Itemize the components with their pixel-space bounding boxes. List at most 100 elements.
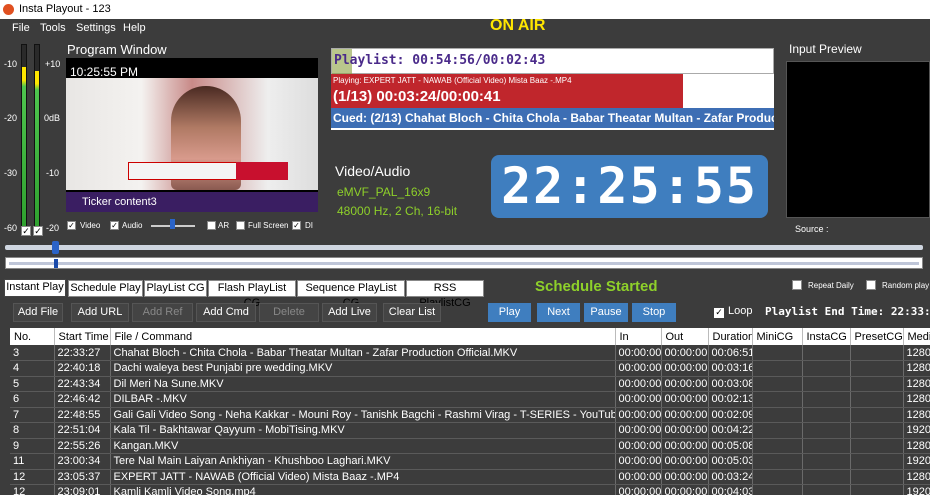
video-checkbox[interactable]: ✓ [67,221,76,230]
left-channel-checkbox[interactable]: ✓ [21,226,31,236]
playlist-table: No. Start Time File / Command In Out Duration… [10,328,930,495]
playing-time: (1/13) 00:03:24/00:00:41 [333,88,501,105]
play-button[interactable]: Play [488,303,531,322]
right-channel-checkbox[interactable]: ✓ [33,226,43,236]
loop-label: Loop [728,305,753,317]
video-audio-title: Video/Audio [335,163,411,179]
tab-playlist-cg[interactable]: PlayList CG [144,280,207,297]
column-header[interactable]: No. [10,328,55,345]
table-cell [850,438,904,454]
tab-schedule-play[interactable]: Schedule Play [68,280,143,297]
menu-settings[interactable]: Settings [76,19,116,37]
tab-rss-playlist-cg[interactable]: RSS PlaylistCG [406,280,484,309]
tab-instant-play[interactable]: Instant Play [4,279,66,297]
column-header[interactable]: File / Command [110,328,616,345]
playing-file-label: Playing: EXPERT JATT - NAWAB (Official V… [333,76,572,85]
table-cell: 1920x [903,422,930,439]
add-url-button[interactable]: Add URL [71,303,129,322]
delete-button[interactable]: Delete [259,303,319,322]
ar-checkbox[interactable] [207,221,216,230]
table-cell [752,484,803,495]
table-cell: 00:00:00 [615,484,662,495]
column-header[interactable]: InstaCG [802,328,851,345]
menu-help[interactable]: Help [123,19,146,37]
table-row[interactable]: 9 22:55:26 Kangan.MKV 00:00:00 00:00:00 00:05… [10,438,930,454]
stop-button[interactable]: Stop [632,303,676,322]
table-row[interactable]: 4 22:40:18 Dachi waleya best Punjabi pre w… [10,360,930,377]
table-cell [752,391,803,408]
random-play-label: Random play [882,281,930,290]
table-cell: 1280x [903,360,930,377]
audio-checkbox[interactable]: ✓ [110,221,119,230]
column-header[interactable]: Duration [708,328,753,345]
random-play-option[interactable]: Random play [866,280,929,290]
table-row[interactable]: 12 23:09:01 Kamli Kamli Video Song.mp4 00:0… [10,484,930,495]
di-checkbox[interactable]: ✓ [292,221,301,230]
table-row[interactable]: 11 23:00:34 Tere Nal Main Laiyan Ankhiyan … [10,453,930,470]
table-row[interactable]: 3 22:33:27 Chahat Bloch - Chita Chola - Ba… [10,345,930,361]
table-cell: 23:05:37 [54,469,111,485]
fullscreen-checkbox[interactable] [236,221,245,230]
repeat-daily-option[interactable]: Repeat Daily [792,280,854,290]
table-row[interactable]: 6 22:46:42 DILBAR -.MKV 00:00:00 00:00:00 00:… [10,391,930,408]
table-header-row: No. Start Time File / Command In Out Duration… [10,328,930,345]
column-header[interactable]: In [615,328,662,345]
menu-file[interactable]: File [12,19,30,37]
right-level-meter [34,44,40,230]
table-cell: 4 [10,360,55,377]
column-header[interactable]: PresetCG [850,328,904,345]
loop-option[interactable]: ✓ Loop [714,305,752,318]
digital-clock: 22:25:55 [491,155,768,218]
video-label: Video [80,221,101,230]
add-ref-button[interactable]: Add Ref [132,303,193,322]
position-slider-thumb[interactable] [52,241,59,254]
table-row[interactable]: 8 22:51:04 Kala Til - Bakhtawar Qayyum - M… [10,422,930,439]
table-cell [752,453,803,470]
app-icon [3,4,14,15]
ticker-bar: Ticker content3 [66,192,318,212]
table-cell: 23:09:01 [54,484,111,495]
progress-trackbar[interactable] [5,257,923,269]
pause-button[interactable]: Pause [584,303,628,322]
table-cell [850,391,904,408]
table-cell: Gali Gali Video Song - Neha Kakkar - Mou… [110,407,616,423]
add-cmd-button[interactable]: Add Cmd [196,303,256,322]
table-cell: 00:00:00 [661,360,709,377]
table-cell: 12 [10,484,55,495]
column-header[interactable]: MiniCG [752,328,803,345]
next-button[interactable]: Next [537,303,580,322]
volume-slider-thumb[interactable] [170,219,175,229]
loop-checkbox[interactable]: ✓ [714,308,724,318]
table-cell: 00:00:00 [615,469,662,485]
table-cell: 00:00:00 [661,422,709,439]
tab-sequence-playlist-cg[interactable]: Sequence PlayList CG [297,280,405,309]
table-cell: 00:00:00 [615,422,662,439]
table-cell [752,360,803,377]
tab-flash-playlist-cg[interactable]: Flash PlayList CG [208,280,296,309]
table-cell: 5 [10,376,55,392]
table-cell [752,376,803,392]
column-header[interactable]: Start Time [54,328,111,345]
column-header[interactable]: Media [903,328,930,345]
table-cell: 6 [10,391,55,408]
audio-label: Audio [122,221,143,230]
random-play-checkbox[interactable] [866,280,876,290]
progress-thumb[interactable] [54,259,58,268]
menu-tools[interactable]: Tools [40,19,66,37]
clear-list-button[interactable]: Clear List [383,303,441,322]
add-file-button[interactable]: Add File [13,303,63,322]
table-cell: 22:40:18 [54,360,111,377]
repeat-daily-checkbox[interactable] [792,280,802,290]
column-header[interactable]: Out [661,328,709,345]
add-live-button[interactable]: Add Live [322,303,377,322]
table-row[interactable]: 12 23:05:37 EXPERT JATT - NAWAB (Official … [10,469,930,485]
table-cell: 1280x [903,407,930,423]
table-cell [802,438,851,454]
table-cell: 1280x [903,438,930,454]
table-row[interactable]: 5 22:43:34 Dil Meri Na Sune.MKV 00:00:00 00:… [10,376,930,392]
table-cell: 00:06:51 [708,345,753,361]
left-meter-fill [22,67,26,229]
position-slider[interactable] [5,241,923,254]
table-row[interactable]: 7 22:48:55 Gali Gali Video Song - Neha Kak… [10,407,930,423]
video-format: eMVF_PAL_16x9 [337,185,431,199]
